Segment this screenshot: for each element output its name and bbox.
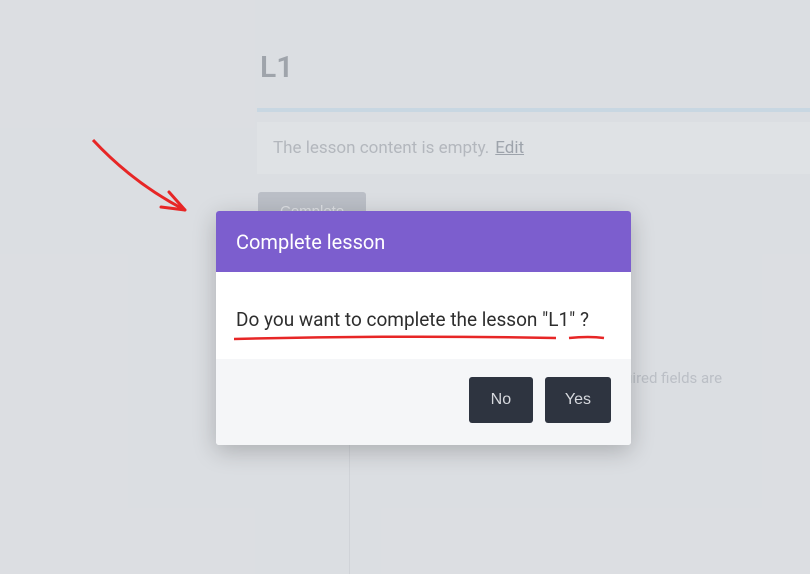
modal-body: Do you want to complete the lesson "L1" … bbox=[216, 272, 631, 359]
page-title: L1 bbox=[260, 50, 293, 85]
modal-lesson-name: "L1" bbox=[542, 308, 575, 331]
content-empty-text: The lesson content is empty. bbox=[273, 138, 489, 158]
modal-prompt: Do you want to complete the lesson "L1" … bbox=[236, 308, 589, 331]
underline-annotation-icon bbox=[234, 334, 624, 348]
yes-button[interactable]: Yes bbox=[545, 377, 611, 423]
no-button[interactable]: No bbox=[469, 377, 533, 423]
edit-link[interactable]: Edit bbox=[495, 138, 524, 158]
modal-title: Complete lesson bbox=[216, 211, 631, 272]
complete-lesson-modal: Complete lesson Do you want to complete … bbox=[216, 211, 631, 445]
modal-footer: No Yes bbox=[216, 359, 631, 445]
modal-prompt-suffix: ? bbox=[575, 308, 589, 331]
modal-prompt-prefix: Do you want to complete the lesson bbox=[236, 308, 542, 331]
title-divider bbox=[257, 108, 810, 112]
content-empty-bar: The lesson content is empty. Edit bbox=[257, 122, 810, 174]
